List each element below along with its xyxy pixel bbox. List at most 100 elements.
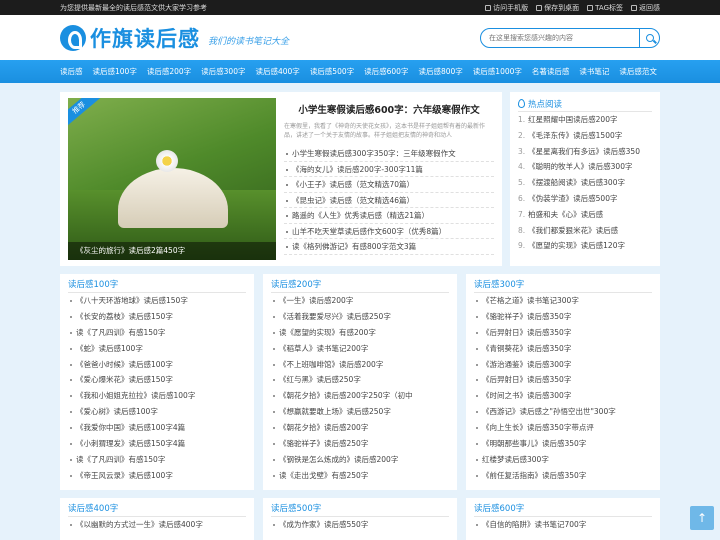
list-item[interactable]: 《不上班咖啡馆》读后感200字 (271, 357, 449, 373)
category-title[interactable]: 读后感400字 (68, 501, 246, 517)
list-item[interactable]: 《西游记》读后感之"孙悟空出世"300字 (474, 404, 652, 420)
list-item[interactable]: 1. 红星照耀中国读后感200字 (518, 112, 652, 128)
featured-title[interactable]: 小学生寒假读后感600字：六年级寒假作文 (284, 102, 494, 116)
list-item[interactable]: 山羊不吃天堂草读后感作文600字（优秀8篇） (284, 224, 494, 239)
back-to-top-button[interactable]: ↑ (690, 506, 714, 530)
list-item[interactable]: 《成为作家》读后感550字 (271, 517, 449, 533)
logo-text: 作旗读后感 (90, 26, 200, 51)
search-button[interactable] (639, 28, 659, 47)
list-item[interactable]: 5. 《摆渡船阅读》读后感300字 (518, 175, 652, 191)
featured-panel: 推荐 《灰尘的旅行》读后感2篇450字 小学生寒假读后感600字：六年级寒假作文… (60, 92, 502, 266)
list-item[interactable]: 《八十天环游地球》读后感150字 (68, 293, 246, 309)
nav-item[interactable]: 读后感500字 (310, 66, 354, 77)
featured-list: 小学生寒假读后感300字350字：三年级寒假作文 《海的女儿》读后感200字-3… (284, 146, 494, 255)
list-item[interactable]: 《海的女儿》读后感200字-300字11篇 (284, 162, 494, 177)
category-panel: 读后感500字 《成为作家》读后感550字 (263, 498, 457, 540)
tag-link[interactable]: TAG标签 (587, 3, 623, 13)
list-item[interactable]: 《红与黑》读后感250字 (271, 372, 449, 388)
list-item[interactable]: 《游治通鉴》读后感300字 (474, 357, 652, 373)
nav-item[interactable]: 名著读后感 (532, 66, 570, 77)
nav-item[interactable]: 读后感400字 (255, 66, 299, 77)
tag-icon (587, 4, 594, 11)
list-item[interactable]: 《活着我要爱尽兴》读后感250字 (271, 309, 449, 325)
category-title[interactable]: 读后感600字 (474, 501, 652, 517)
featured-summary: 在寒假里，我看了《神奇的天使花女孩》，这本书是样子姐姐帮有着的最新作品，讲述了一… (284, 123, 486, 139)
flower-shape (156, 150, 178, 172)
list-item[interactable]: 《我爱你中国》读后感100字4篇 (68, 420, 246, 436)
list-item[interactable]: 《蛇》读后感100字 (68, 341, 246, 357)
list-item[interactable]: 3. 《星星离我们有多远》读后感350 (518, 144, 652, 160)
nav-item[interactable]: 读后感100字 (93, 66, 137, 77)
list-item[interactable]: 路遥的《人生》优秀读后感（精选21篇） (284, 208, 494, 224)
list-item[interactable]: 《我和小姐姐克拉拉》读后感100字 (68, 388, 246, 404)
main-nav: 读后感 读后感100字 读后感200字 读后感300字 读后感400字 读后感5… (0, 60, 720, 83)
list-item[interactable]: 读《走出戈壁》有感250字 (271, 468, 449, 484)
list-item[interactable]: 《芒格之道》读书笔记300字 (474, 293, 652, 309)
list-item[interactable]: 《钢铁是怎么炼成的》读后感200字 (271, 452, 449, 468)
hot-list: 1. 红星照耀中国读后感200字 2. 《毛泽东传》读后感1500字 3. 《星星离我… (518, 112, 652, 254)
list-item[interactable]: 7. 柏盛和夫《心》读后感 (518, 207, 652, 223)
list-item[interactable]: 《爱心爆米花》读后感150字 (68, 372, 246, 388)
list-item[interactable]: 《爸爸小时候》读后感100字 (68, 357, 246, 373)
image-caption[interactable]: 《灰尘的旅行》读后感2篇450字 (68, 242, 276, 260)
list-item[interactable]: 2. 《毛泽东传》读后感1500字 (518, 128, 652, 144)
category-title[interactable]: 读后感200字 (271, 277, 449, 293)
list-item[interactable]: 6. 《伪装学渣》读后感500字 (518, 191, 652, 207)
list-item[interactable]: 《长安的荔枝》读后感150字 (68, 309, 246, 325)
list-item[interactable]: 《小王子》读后感（范文精选70篇） (284, 177, 494, 193)
save-desktop-link[interactable]: 保存到桌面 (536, 3, 579, 13)
list-item[interactable]: 《明朝那些事儿》读后感350字 (474, 436, 652, 452)
nav-item[interactable]: 读书笔记 (579, 66, 609, 77)
nav-item[interactable]: 读后感1000字 (473, 66, 522, 77)
home-icon (631, 4, 637, 11)
list-item[interactable]: 小学生寒假读后感300字350字：三年级寒假作文 (284, 146, 494, 162)
list-item[interactable]: 读《愿望的实现》有感200字 (271, 325, 449, 341)
list-item[interactable]: 读《了凡四训》有感150字 (68, 452, 246, 468)
nav-item[interactable]: 读后感300字 (201, 66, 245, 77)
list-item[interactable]: 《昆虫记》读后感（范文精选46篇） (284, 193, 494, 208)
nav-item[interactable]: 读后感600字 (364, 66, 408, 77)
featured-image[interactable]: 推荐 《灰尘的旅行》读后感2篇450字 (68, 98, 276, 260)
search-input[interactable] (489, 33, 629, 42)
list-item[interactable]: 《自信的陷阱》读书笔记700字 (474, 517, 652, 533)
list-item[interactable]: 读《格列佛游记》有感800字范文3篇 (284, 239, 494, 255)
list-item[interactable]: 4. 《聪明的牧羊人》读后感300字 (518, 159, 652, 175)
list-item[interactable]: 9. 《愿望的实现》读后感120字 (518, 238, 652, 254)
list-item[interactable]: 《爱心树》读后感100字 (68, 404, 246, 420)
list-item[interactable]: 《骆驼祥子》读后感350字 (474, 309, 652, 325)
list-item[interactable]: 《朝花夕拾》读后感200字 (271, 420, 449, 436)
list-item[interactable]: 《一生》读后感200字 (271, 293, 449, 309)
category-title[interactable]: 读后感100字 (68, 277, 246, 293)
nav-item[interactable]: 读后感800字 (418, 66, 462, 77)
nav-item[interactable]: 读后感范文 (619, 66, 657, 77)
list-item[interactable]: 《想赢就要敢上场》读后感250字 (271, 404, 449, 420)
list-item[interactable]: 《青铜葵花》读后感350字 (474, 341, 652, 357)
nav-item[interactable]: 读后感 (60, 66, 83, 77)
home-link[interactable]: 返回感 (631, 3, 660, 13)
list-item[interactable]: 《后羿射日》读后感350字 (474, 372, 652, 388)
list-item[interactable]: 《向上生长》读后感350字带点评 (474, 420, 652, 436)
nav-item[interactable]: 读后感200字 (147, 66, 191, 77)
list-item[interactable]: 《小刺猬理发》读后感150字4篇 (68, 436, 246, 452)
list-item[interactable]: 《朝花夕拾》读后感200字250字（初中 (271, 388, 449, 404)
recommend-badge: 推荐 (68, 98, 103, 129)
list-item[interactable]: 读《了凡四训》有感150字 (68, 325, 246, 341)
list-item[interactable]: 《稻草人》读书笔记200字 (271, 341, 449, 357)
category-panel: 读后感100字 《八十天环游地球》读后感150字 《长安的荔枝》读后感150字 … (60, 274, 254, 490)
list-item[interactable]: 《骆驼祥子》读后感250字 (271, 436, 449, 452)
list-item[interactable]: 红楼梦读后感300字 (474, 452, 652, 468)
site-tagline: 为您提供最新最全的读后感范文供大家学习参考 (60, 3, 207, 12)
list-item[interactable]: 《以幽默的方式过一生》读后感400字 (68, 517, 246, 533)
search-box (480, 27, 660, 48)
site-logo[interactable]: 作旗读后感 我们的读书笔记大全 (60, 23, 289, 53)
category-panel: 读后感600字 《自信的陷阱》读书笔记700字 (466, 498, 660, 540)
list-item[interactable]: 8. 《我们都爱狠米花》读后感 (518, 223, 652, 239)
list-item[interactable]: 《后羿射日》读后感350字 (474, 325, 652, 341)
list-item[interactable]: 《时间之书》读后感300字 (474, 388, 652, 404)
category-title[interactable]: 读后感300字 (474, 277, 652, 293)
list-item[interactable]: 《帝王风云录》读后感100字 (68, 468, 246, 484)
mobile-link[interactable]: 访问手机版 (485, 3, 528, 13)
list-item[interactable]: 《前任复活指南》读后感350字 (474, 468, 652, 484)
category-title[interactable]: 读后感500字 (271, 501, 449, 517)
category-panel: 读后感300字 《芒格之道》读书笔记300字 《骆驼祥子》读后感350字 《后羿… (466, 274, 660, 490)
